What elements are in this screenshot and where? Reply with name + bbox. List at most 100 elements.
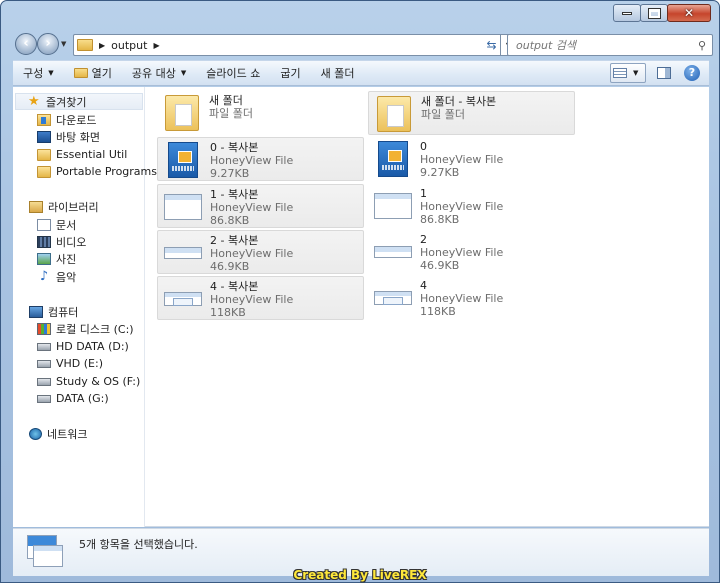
main-area: ★ 즐겨찾기 다운로드 바탕 화면 Essential Util Portable… (13, 87, 709, 527)
maximize-icon (647, 7, 661, 19)
forward-button[interactable]: › (37, 33, 59, 55)
burn-button[interactable]: 굽기 (270, 65, 310, 81)
selection-status: 5개 항목을 선택했습니다. (79, 538, 198, 551)
nav-libraries[interactable]: 라이브러리 (29, 198, 99, 215)
document-icon (37, 218, 51, 231)
nav-computer[interactable]: 컴퓨터 (29, 303, 78, 320)
honeyview-icon (378, 141, 408, 177)
folder-thumbnail (373, 95, 415, 133)
file-item-new-folder[interactable]: 새 폴더 파일 폴더 (157, 91, 364, 135)
recent-pages-dropdown-icon[interactable]: ▼ (61, 40, 66, 48)
nav-network[interactable]: 네트워크 (29, 425, 87, 442)
open-label: 열기 (91, 67, 112, 80)
help-button[interactable]: ? (681, 63, 703, 83)
file-type: HoneyView File (210, 154, 294, 167)
nav-videos[interactable]: 비디오 (37, 233, 86, 250)
nav-drive-d[interactable]: HD DATA (D:) (37, 338, 129, 355)
navigation-pane: ★ 즐겨찾기 다운로드 바탕 화면 Essential Util Portable… (13, 87, 157, 527)
window-thumbnail-icon (164, 292, 202, 306)
file-item-new-folder-copy[interactable]: 새 폴더 - 복사본 파일 폴더 (368, 91, 575, 135)
file-thumbnail (372, 187, 414, 225)
slideshow-button[interactable]: 슬라이드 쇼 (196, 65, 270, 81)
share-button[interactable]: 공유 대상 ▼ (122, 65, 196, 81)
nav-favorites[interactable]: ★ 즐겨찾기 (15, 93, 143, 110)
nav-label: 로컬 디스크 (C:) (56, 322, 134, 336)
file-size: 118KB (210, 306, 246, 319)
open-button[interactable]: 열기 (64, 65, 122, 81)
preview-pane-button[interactable] (653, 63, 675, 83)
file-item-2-copy[interactable]: 2 - 복사본 HoneyView File 46.9KB (157, 230, 364, 274)
nav-drive-f[interactable]: Study & OS (F:) (37, 373, 140, 390)
window-thumbnail-icon (374, 291, 412, 305)
drive-icon (37, 377, 51, 386)
file-type: HoneyView File (420, 153, 504, 166)
nav-label: 컴퓨터 (48, 305, 79, 319)
back-button[interactable]: ‹ (15, 33, 37, 55)
drive-icon (37, 394, 51, 403)
file-item-1-copy[interactable]: 1 - 복사본 HoneyView File 86.8KB (157, 184, 364, 228)
burn-label: 굽기 (280, 67, 301, 80)
file-item-0-copy[interactable]: 0 - 복사본 HoneyView File 9.27KB (157, 137, 364, 181)
nav-drive-c[interactable]: 로컬 디스크 (C:) (37, 320, 134, 337)
search-icon[interactable]: ⚲ (698, 39, 706, 52)
file-name: 새 폴더 (209, 94, 243, 107)
nav-music[interactable]: ♪ 음악 (37, 268, 76, 285)
close-button[interactable]: ✕ (667, 4, 711, 22)
file-name: 1 (420, 187, 427, 200)
window-thumbnail-icon (374, 193, 412, 219)
desktop-icon (37, 130, 51, 143)
window-thumbnail-icon (374, 246, 412, 258)
address-bar[interactable]: ▶ output ▶ ▼ (73, 34, 517, 56)
file-name: 새 폴더 - 복사본 (421, 95, 497, 108)
file-item-0[interactable]: 0 HoneyView File 9.27KB (368, 137, 575, 181)
nav-label: DATA (G:) (56, 392, 109, 405)
organize-button[interactable]: 구성 ▼ (13, 65, 64, 81)
file-thumbnail (372, 279, 414, 317)
nav-label: 네트워크 (47, 427, 88, 441)
search-input[interactable] (516, 38, 686, 52)
refresh-button[interactable]: ⇆ (483, 34, 501, 56)
nav-label: 음악 (56, 270, 77, 284)
breadcrumb-chevron-icon[interactable]: ▶ (99, 41, 105, 50)
file-item-4[interactable]: 4 HoneyView File 118KB (368, 276, 575, 320)
nav-label: HD DATA (D:) (56, 340, 129, 353)
nav-label: VHD (E:) (56, 357, 104, 370)
folder-icon (37, 148, 51, 161)
nav-essential-util[interactable]: Essential Util (37, 146, 127, 163)
nav-label: 비디오 (56, 235, 87, 249)
nav-desktop[interactable]: 바탕 화면 (37, 128, 100, 145)
nav-label: 사진 (56, 252, 77, 266)
nav-drive-e[interactable]: VHD (E:) (37, 355, 103, 372)
search-box[interactable]: ⚲ (507, 34, 713, 56)
video-icon (37, 235, 51, 248)
view-dropdown[interactable]: ▼ (610, 63, 646, 83)
nav-portable-programs[interactable]: Portable Programs (37, 163, 157, 180)
nav-documents[interactable]: 문서 (37, 216, 76, 233)
picture-icon (37, 252, 51, 265)
file-size: 118KB (420, 305, 456, 318)
file-item-4-copy[interactable]: 4 - 복사본 HoneyView File 118KB (157, 276, 364, 320)
window-thumbnail-icon (164, 247, 202, 259)
file-name: 4 - 복사본 (210, 280, 259, 293)
nav-drive-g[interactable]: DATA (G:) (37, 390, 109, 407)
file-thumbnail (162, 188, 204, 226)
nav-pictures[interactable]: 사진 (37, 250, 76, 267)
libraries-icon (29, 200, 43, 213)
change-view-button[interactable]: ▼ (609, 63, 647, 83)
file-item-1[interactable]: 1 HoneyView File 86.8KB (368, 184, 575, 228)
nav-downloads[interactable]: 다운로드 (37, 111, 96, 128)
minimize-button[interactable] (613, 4, 641, 22)
file-item-2[interactable]: 2 HoneyView File 46.9KB (368, 230, 575, 274)
maximize-button[interactable] (640, 4, 668, 22)
breadcrumb-output[interactable]: output (111, 39, 147, 52)
file-type: HoneyView File (420, 292, 504, 305)
drive-icon (37, 359, 51, 368)
file-size: 86.8KB (210, 214, 250, 227)
folder-icon (37, 165, 51, 178)
breadcrumb-chevron-icon[interactable]: ▶ (153, 41, 159, 50)
file-thumbnail (372, 140, 414, 178)
chevron-down-icon: ▼ (48, 69, 54, 77)
file-thumbnail (162, 141, 204, 179)
nav-label: 다운로드 (56, 113, 97, 127)
new-folder-button[interactable]: 새 폴더 (311, 65, 365, 81)
